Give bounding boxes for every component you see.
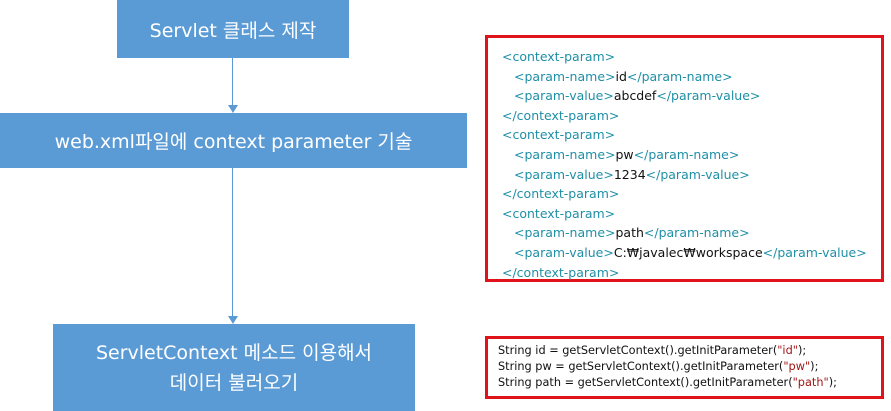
xml-tag: <context-param> bbox=[502, 127, 616, 143]
xml-tag: </context-param> bbox=[502, 107, 620, 123]
code-line: String id = getServletContext().getInitP… bbox=[498, 343, 881, 359]
flow-step-label: web.xml파일에 context parameter 기술 bbox=[54, 131, 413, 153]
flow-step-label: Servlet 클래스 제작 bbox=[149, 19, 317, 42]
code-line: String pw = getServletContext().getInitP… bbox=[498, 359, 881, 375]
xml-context-param-open: <context-param> bbox=[502, 47, 881, 67]
xml-tag: <param-name> bbox=[514, 225, 616, 241]
xml-tag: </context-param> bbox=[502, 264, 620, 280]
code-text: ); bbox=[810, 360, 819, 373]
param-value-value: 1234 bbox=[613, 166, 646, 182]
xml-context-param-close: </context-param> bbox=[502, 184, 881, 204]
xml-tag: <context-param> bbox=[502, 205, 616, 221]
flow-step-servletcontext: ServletContext 메소드 이용해서 데이터 불러오기 bbox=[53, 324, 415, 411]
param-value-value: C:₩javalec₩workspace bbox=[613, 244, 763, 260]
xml-tag: </context-param> bbox=[502, 186, 620, 202]
xml-param-value-line: <param-value>1234</param-value> bbox=[502, 165, 881, 185]
xml-tag: </param-value> bbox=[656, 88, 761, 104]
xml-context-param-close: </context-param> bbox=[502, 263, 881, 283]
xml-tag: </param-value> bbox=[645, 166, 750, 182]
xml-tag: <param-value> bbox=[514, 244, 614, 260]
param-name-value: pw bbox=[615, 146, 634, 162]
xml-context-param-close: </context-param> bbox=[502, 106, 881, 126]
flow-arrow-1-head bbox=[228, 105, 238, 113]
code-line: String path = getServletContext().getIni… bbox=[498, 375, 881, 391]
xml-param-value-line: <param-value>abcdef</param-value> bbox=[502, 86, 881, 106]
code-text: ); bbox=[797, 344, 807, 357]
param-name-value: id bbox=[615, 68, 627, 84]
flow-step-label-line2: 데이터 불러오기 bbox=[169, 371, 299, 394]
xml-tag: </param-value> bbox=[762, 244, 867, 260]
string-literal: "id" bbox=[777, 344, 798, 357]
flow-step-label-line1: ServletContext 메소드 이용해서 bbox=[95, 341, 373, 364]
xml-param-name-line: <param-name>path</param-name> bbox=[502, 223, 881, 243]
xml-tag: <param-value> bbox=[514, 88, 614, 104]
xml-context-param-open: <context-param> bbox=[502, 204, 881, 224]
string-literal: "path" bbox=[792, 376, 829, 389]
param-value-value: abcdef bbox=[613, 88, 657, 104]
param-name-value: path bbox=[615, 225, 644, 241]
xml-param-name-line: <param-name>pw</param-name> bbox=[502, 145, 881, 165]
xml-context-param-open: <context-param> bbox=[502, 125, 881, 145]
java-code-snippet: String id = getServletContext().getInitP… bbox=[485, 336, 884, 399]
xml-tag: <param-value> bbox=[514, 166, 614, 182]
code-text: String id = getServletContext().getInitP… bbox=[498, 344, 778, 357]
code-text: String pw = getServletContext().getInitP… bbox=[498, 360, 784, 373]
flow-arrow-2-head bbox=[228, 316, 238, 324]
xml-tag: <param-name> bbox=[514, 68, 616, 84]
xml-tag: </param-name> bbox=[643, 225, 750, 241]
flow-arrow-1-line bbox=[232, 58, 233, 105]
flow-arrow-2-line bbox=[232, 168, 233, 316]
flow-step-create-servlet: Servlet 클래스 제작 bbox=[117, 0, 349, 58]
code-text: ); bbox=[828, 376, 837, 389]
string-literal: "pw" bbox=[783, 360, 811, 373]
xml-param-name-line: <param-name>id</param-name> bbox=[502, 67, 881, 87]
xml-tag: <context-param> bbox=[502, 49, 616, 64]
xml-param-value-line: <param-value>C:₩javalec₩workspace</param… bbox=[502, 243, 881, 263]
xml-tag: <param-name> bbox=[514, 146, 616, 162]
web-xml-snippet: <context-param> <param-name>id</param-nam… bbox=[485, 35, 884, 282]
code-text: String path = getServletContext().getIni… bbox=[498, 376, 793, 389]
xml-tag: </param-name> bbox=[633, 146, 740, 162]
xml-tag: </param-name> bbox=[626, 68, 733, 84]
flow-step-web-xml: web.xml파일에 context parameter 기술 bbox=[0, 113, 467, 168]
